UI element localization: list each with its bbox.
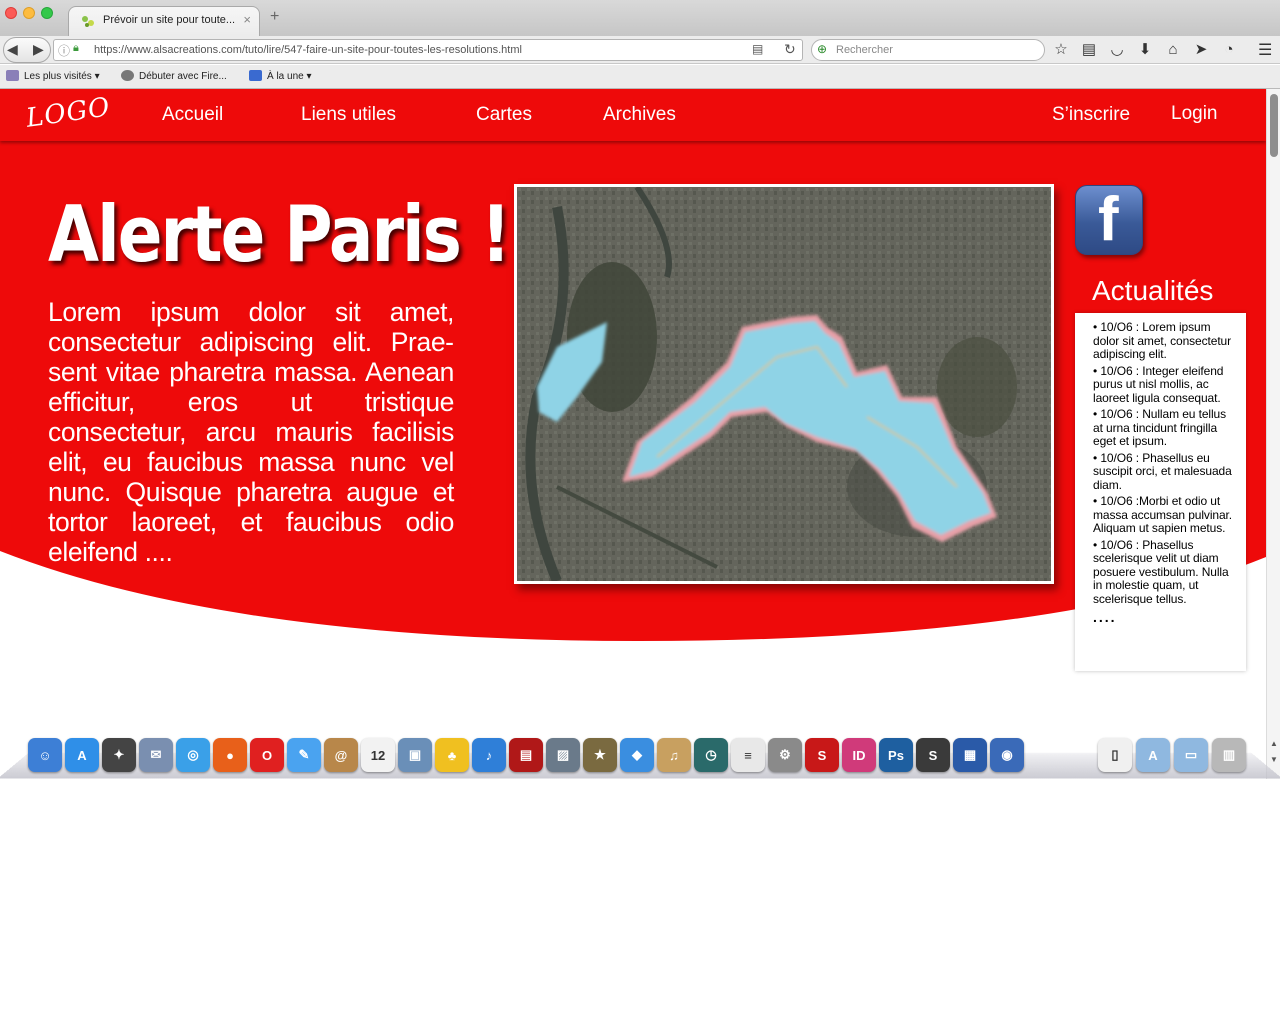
toolbar-icons: ☆ ▤ ◡ ⬇ ⌂ ➤ ◔ — [1052, 40, 1238, 60]
applications-folder-icon[interactable]: A — [1136, 738, 1170, 772]
browser-tab[interactable]: Prévoir un site pour toute... × — [68, 6, 260, 36]
document-icon[interactable]: ▯ — [1098, 738, 1132, 772]
nav-sinscrire[interactable]: S’inscrire — [1052, 104, 1130, 126]
forward-arrow-icon[interactable]: ▶ — [33, 41, 44, 58]
dock-app-icons: ☺ A ✦ ✉ ◎ ● O ✎ @12 ▣ ♣ ♪ ▤ ▨ ★ ◆ ♫ ◷ ≡ ⚙ S ID Ps S ▦ ◉ — [28, 738, 1024, 772]
page-scrollbar[interactable]: ▲ ▼ — [1266, 89, 1280, 779]
reading-list-icon[interactable]: ▤ — [1080, 40, 1098, 60]
nav-login[interactable]: Login — [1171, 103, 1218, 125]
news-title: Actualités — [1092, 275, 1214, 306]
zoom-window-button[interactable] — [41, 7, 53, 19]
rss-icon — [249, 70, 262, 81]
back-arrow-icon[interactable]: ◀ — [7, 41, 18, 58]
info-icon[interactable]: ⓘ — [58, 42, 70, 59]
opera-icon[interactable]: O — [250, 738, 284, 772]
macos-dock: ☺ A ✦ ✉ ◎ ● O ✎ @12 ▣ ♣ ♪ ▤ ▨ ★ ◆ ♫ ◷ ≡ ⚙ S ID Ps S ▦ ◉ ▯ A ▭ ▥ — [0, 732, 1280, 780]
browser-tab-bar: Prévoir un site pour toute... × + — [0, 0, 1280, 36]
bookmark-getting-started[interactable]: Débuter avec Fire... — [121, 70, 227, 82]
trash-icon[interactable]: ▥ — [1212, 738, 1246, 772]
reader-view-icon[interactable]: ▤ — [752, 42, 763, 56]
nav-cartes[interactable]: Cartes — [476, 104, 532, 126]
sync-icon[interactable]: ◔ — [1220, 40, 1238, 60]
time-machine-icon[interactable]: ◷ — [694, 738, 728, 772]
firefox-icon[interactable]: ● — [213, 738, 247, 772]
iphoto-icon[interactable]: ▨ — [546, 738, 580, 772]
photo-booth-icon[interactable]: ▤ — [509, 738, 543, 772]
new-tab-button[interactable]: + — [270, 8, 279, 26]
documents-folder-icon[interactable]: ▭ — [1174, 738, 1208, 772]
news-item: • 10/O6 : Phasellus eu suscipit orci, et… — [1093, 450, 1232, 492]
news-item: • 10/O6 : Lorem ipsum dolor sit amet, co… — [1093, 320, 1232, 361]
news-item: • 10/O6 : Integer elei­fend purus ut nis… — [1093, 363, 1224, 405]
photoshop-icon[interactable]: Ps — [879, 738, 913, 772]
news-item: • 10/O6 :Morbi et odio ut massa accumsan… — [1093, 494, 1232, 535]
nav-liens-utiles[interactable]: Liens utiles — [301, 104, 396, 126]
close-window-button[interactable] — [5, 7, 17, 19]
folder-icon — [6, 70, 19, 81]
star-icon[interactable]: ☆ — [1052, 40, 1070, 60]
minimize-window-button[interactable] — [23, 7, 35, 19]
pocket-icon[interactable]: ◡ — [1108, 40, 1126, 60]
textedit-icon[interactable]: ≡ — [731, 738, 765, 772]
browser-toolbar: ◀ ▶ ⓘ 🔒︎ https://www.alsacreations.com/t… — [0, 36, 1280, 64]
facebook-icon[interactable]: f — [1075, 185, 1143, 255]
imovie-icon[interactable]: ★ — [583, 738, 617, 772]
url-text[interactable]: https://www.alsacreations.com/tuto/lire/… — [94, 44, 522, 56]
mail-stamp-icon[interactable]: ✉ — [139, 738, 173, 772]
dock-folders: ▯ A ▭ ▥ — [1098, 738, 1246, 772]
home-icon[interactable]: ⌂ — [1164, 40, 1182, 60]
news-more: .... — [1093, 609, 1117, 625]
itunes-icon[interactable]: ♪ — [472, 738, 506, 772]
site-logo[interactable]: LOGO — [24, 92, 112, 133]
messages-icon[interactable]: ✎ — [287, 738, 321, 772]
screen-sharing-icon[interactable]: ▦ — [953, 738, 987, 772]
hero-title: Alerte Paris ! — [48, 189, 511, 280]
garageband-icon[interactable]: ♫ — [657, 738, 691, 772]
site-navigation: LOGO Accueil Liens utiles Cartes Archive… — [0, 89, 1266, 141]
reload-icon[interactable]: ↻ — [784, 41, 796, 58]
nav-archives[interactable]: Archives — [603, 104, 676, 126]
bookmark-news[interactable]: À la une ▾ — [249, 70, 312, 82]
dropbox-icon[interactable]: ◆ — [620, 738, 654, 772]
url-bar[interactable]: ⓘ 🔒︎ https://www.alsacreations.com/tuto/… — [53, 39, 803, 61]
cyberduck-icon[interactable]: ♣ — [435, 738, 469, 772]
search-engine-icon[interactable]: ⊕ — [817, 42, 827, 56]
web-page: LOGO Accueil Liens utiles Cartes Archive… — [0, 89, 1266, 779]
nav-accueil[interactable]: Accueil — [162, 104, 223, 126]
paris-satellite-map — [517, 187, 1051, 581]
globe-icon — [121, 70, 134, 81]
flood-map-image — [514, 184, 1054, 584]
app-store-icon[interactable]: A — [65, 738, 99, 772]
download-icon[interactable]: ⬇ — [1136, 40, 1154, 60]
news-panel: • 10/O6 : Lorem ipsum dolor sit amet, co… — [1075, 313, 1246, 671]
back-forward-group: ◀ ▶ — [3, 37, 51, 63]
bookmarks-bar: Les plus visités ▾ Débuter avec Fire... … — [0, 65, 1280, 89]
globe-network-icon[interactable]: ◉ — [990, 738, 1024, 772]
system-preferences-icon[interactable]: ⚙ — [768, 738, 802, 772]
sublime-text-icon[interactable]: S — [916, 738, 950, 772]
sketchbook-icon[interactable]: S — [805, 738, 839, 772]
calendar-icon[interactable]: 12 — [361, 738, 395, 772]
lock-icon[interactable]: 🔒︎ — [73, 42, 79, 55]
search-input[interactable]: ⊕ Rechercher — [811, 39, 1045, 61]
hamburger-menu-icon[interactable]: ☰ — [1258, 40, 1272, 60]
news-item: • 10/O6 : Nullam eu tellus at urna tinci… — [1093, 407, 1226, 448]
news-item: • 10/O6 : Phasellus scelerisque velit ut… — [1093, 537, 1229, 606]
bookmark-most-visited[interactable]: Les plus visités ▾ — [6, 70, 100, 82]
indesign-icon[interactable]: ID — [842, 738, 876, 772]
site-favicon-icon — [82, 16, 94, 27]
tab-title: Prévoir un site pour toute... — [103, 14, 236, 26]
finder-icon[interactable]: ☺ — [28, 738, 62, 772]
contacts-icon[interactable]: @ — [324, 738, 358, 772]
preview-icon[interactable]: ▣ — [398, 738, 432, 772]
scrollbar-thumb[interactable] — [1270, 94, 1278, 157]
share-icon[interactable]: ➤ — [1192, 40, 1210, 60]
tab-close-icon[interactable]: × — [243, 12, 251, 27]
hero-paragraph: Lorem ipsum dolor sit amet, consectetur … — [48, 297, 454, 567]
search-placeholder: Rechercher — [836, 44, 893, 56]
launchpad-icon[interactable]: ✦ — [102, 738, 136, 772]
safari-icon[interactable]: ◎ — [176, 738, 210, 772]
